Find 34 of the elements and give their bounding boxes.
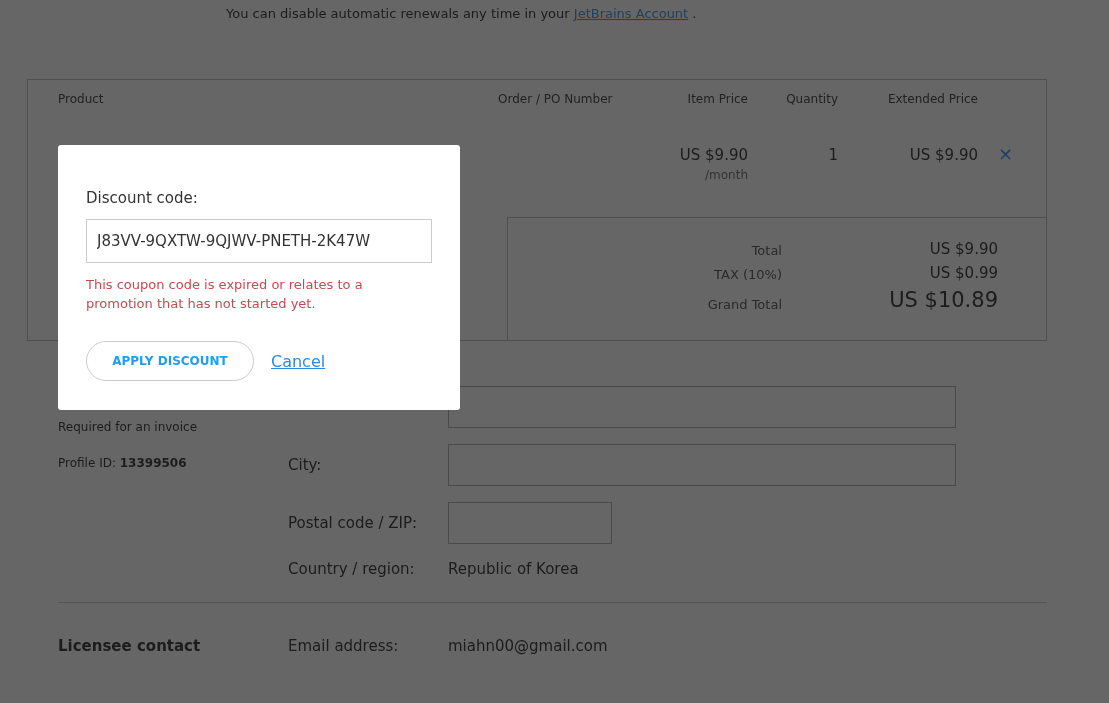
profile-id: Profile ID: 13399506	[58, 456, 188, 470]
field-label: Postal code / ZIP:	[288, 514, 419, 532]
item-price: US $9.90	[679, 146, 748, 164]
remove-button[interactable]: ×	[978, 142, 1018, 165]
field-value: Republic of Korea	[448, 560, 580, 578]
account-link[interactable]: JetBrains Account	[573, 6, 689, 21]
column-header: Quantity	[785, 92, 838, 108]
column-header: Item Price	[686, 92, 748, 108]
summary-value: US $0.99	[928, 264, 998, 282]
input-field[interactable]	[448, 386, 956, 428]
field-label: Country / region:	[288, 560, 416, 578]
summary-label: Grand Total	[706, 297, 782, 312]
column-header: Order / PO Number	[498, 92, 614, 108]
input-field[interactable]	[448, 444, 956, 486]
summary-value: US $10.89	[888, 288, 998, 312]
field-label: Email address:	[288, 637, 400, 655]
summary-value: US $9.90	[928, 240, 998, 258]
summary-label: TAX (10%)	[713, 267, 782, 282]
quantity-value: 1	[828, 146, 838, 164]
discount-code-field[interactable]: J83VV-9QXTW-9QJWV-PNETH-2K47W	[86, 219, 432, 263]
column-header: Extended Price	[886, 92, 978, 108]
field-label: Discount code:	[86, 189, 199, 207]
field-value: miahn00@gmail.com	[448, 637, 609, 655]
input-field[interactable]	[448, 502, 612, 544]
renewal-notice: You can disable automatic renewals any time in your JetBrains Account .	[226, 6, 697, 21]
section-title: Licensee contact	[58, 637, 202, 655]
error-message: This coupon code is expired or relates to a promotion that has not started yet.	[86, 276, 364, 313]
cancel-link[interactable]: Cancel	[271, 351, 326, 371]
column-header: Product	[58, 92, 105, 108]
extended-price: US $9.90	[909, 146, 978, 164]
summary-label: Total	[750, 243, 782, 258]
section-subtitle: Required for an invoice	[58, 420, 198, 434]
field-label: City:	[288, 456, 323, 474]
apply-discount-button[interactable]: APPLY DISCOUNT	[86, 341, 254, 381]
